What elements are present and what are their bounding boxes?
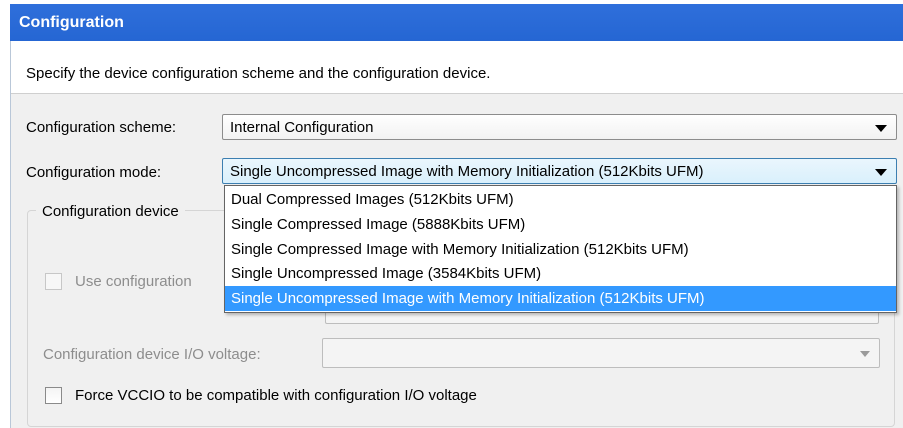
- force-vccio-checkbox[interactable]: [45, 387, 62, 404]
- force-vccio-label: Force VCCIO to be compatible with config…: [75, 387, 477, 404]
- chevron-down-icon: [875, 125, 887, 132]
- dropdown-option-selected[interactable]: Single Uncompressed Image with Memory In…: [225, 286, 896, 311]
- group-title: Configuration device: [36, 203, 185, 220]
- dropdown-option[interactable]: Single Uncompressed Image (3584Kbits UFM…: [225, 261, 896, 286]
- chevron-down-icon: [860, 351, 870, 357]
- io-voltage-label: Configuration device I/O voltage:: [43, 346, 261, 363]
- dropdown-option[interactable]: Single Compressed Image (5888Kbits UFM): [225, 212, 896, 237]
- description-area: Specify the device configuration scheme …: [11, 41, 903, 94]
- panel-title: Configuration: [19, 14, 124, 31]
- description-text: Specify the device configuration scheme …: [26, 65, 491, 82]
- scheme-label: Configuration scheme:: [26, 119, 177, 136]
- mode-value: Single Uncompressed Image with Memory In…: [230, 163, 704, 180]
- mode-label: Configuration mode:: [26, 164, 162, 181]
- panel-title-bar: Configuration: [10, 4, 903, 41]
- io-voltage-combo[interactable]: [322, 338, 880, 368]
- use-config-label: Use configuration: [75, 273, 192, 290]
- chevron-down-icon: [875, 169, 887, 176]
- scheme-value: Internal Configuration: [230, 119, 374, 136]
- dropdown-option[interactable]: Dual Compressed Images (512Kbits UFM): [225, 187, 896, 212]
- dropdown-option[interactable]: Single Compressed Image with Memory Init…: [225, 237, 896, 262]
- scheme-combo[interactable]: Internal Configuration: [222, 114, 897, 140]
- mode-dropdown-list: Dual Compressed Images (512Kbits UFM) Si…: [224, 185, 897, 313]
- use-config-checkbox[interactable]: [45, 273, 62, 290]
- mode-combo[interactable]: Single Uncompressed Image with Memory In…: [222, 158, 897, 184]
